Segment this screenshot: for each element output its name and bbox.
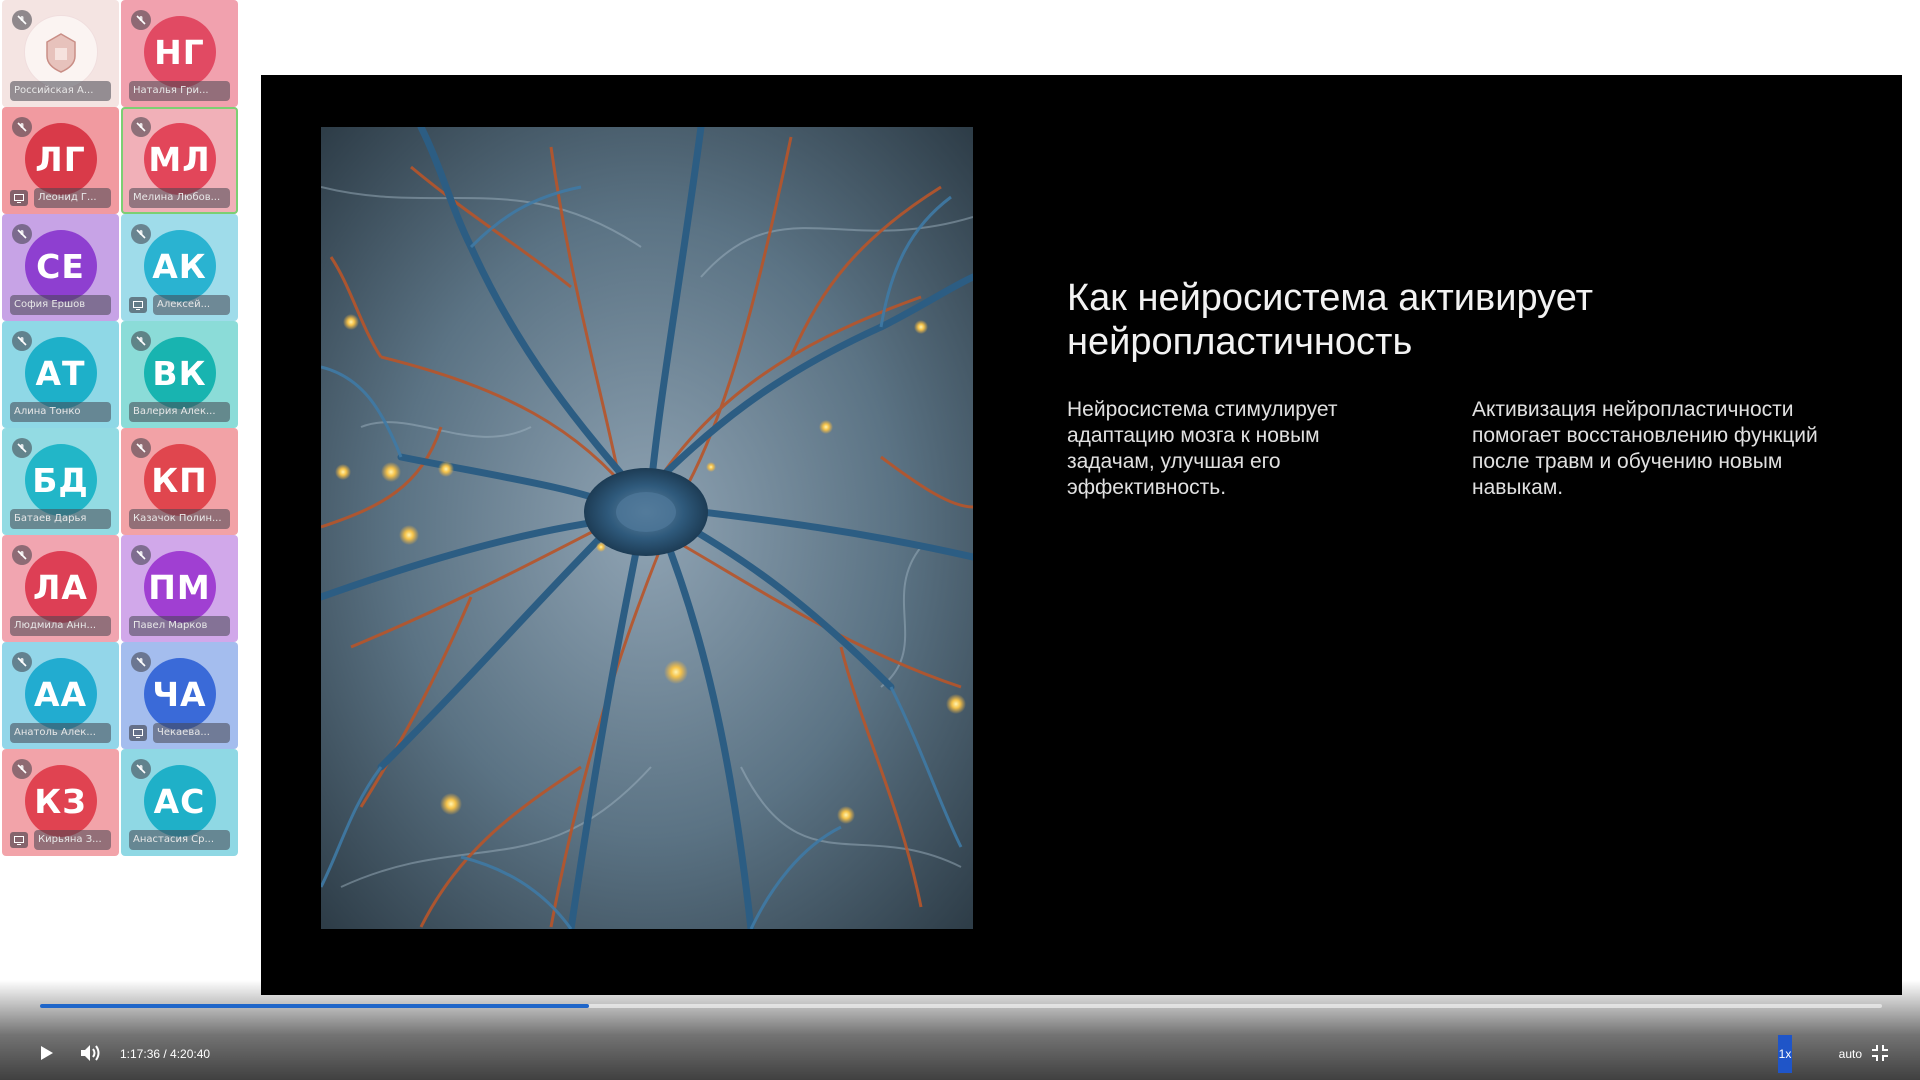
playback-speed-button[interactable]: 1x: [1778, 1035, 1792, 1073]
slide-title: Как нейросистема активирует нейропластич…: [1067, 276, 1767, 364]
player-controls: 1:17:36 / 4:20:40 1x auto: [0, 980, 1920, 1080]
participant-tile[interactable]: МЛ Мелина Любов...: [121, 107, 238, 214]
mic-muted-icon: [12, 224, 32, 244]
slide-title-line-2: нейропластичность: [1067, 321, 1413, 363]
participant-avatar: АА: [24, 658, 97, 730]
slide-title-line-1: Как нейросистема активирует: [1067, 277, 1594, 319]
video-player: Российская А... НГ Наталья Гри... ЛГ Леонид …: [0, 0, 1920, 1080]
mic-muted-icon: [131, 545, 151, 565]
participant-avatar: АК: [143, 230, 216, 302]
play-icon: [41, 1046, 53, 1060]
neuron-image: [321, 127, 973, 929]
participant-avatar: КЗ: [24, 765, 97, 837]
participant-name: Казачок Полин...: [129, 509, 230, 529]
participant-name: Леонид Г...: [34, 188, 111, 208]
mic-muted-icon: [12, 759, 32, 779]
volume-button[interactable]: [79, 1040, 103, 1066]
participant-name: Алексей...: [153, 295, 230, 315]
mic-muted-icon: [131, 224, 151, 244]
participant-name: Российская А...: [10, 81, 111, 101]
screen-share-icon: [10, 832, 28, 848]
participant-name: София Ершов: [10, 295, 111, 315]
participant-avatar: АТ: [24, 337, 97, 409]
participant-tile[interactable]: НГ Наталья Гри...: [121, 0, 238, 107]
participant-name: Валерия Алек...: [129, 402, 230, 422]
exit-fullscreen-button[interactable]: [1870, 1040, 1890, 1066]
participant-tile[interactable]: АК Алексей...: [121, 214, 238, 321]
mic-muted-icon: [12, 117, 32, 137]
mic-muted-icon: [131, 117, 151, 137]
participant-name: Павел Марков: [129, 616, 230, 636]
participant-avatar: ВК: [143, 337, 216, 409]
organization-logo: [23, 15, 98, 89]
participant-avatar: КП: [143, 444, 216, 516]
mic-muted-icon: [131, 10, 151, 30]
participant-avatar: МЛ: [143, 123, 216, 195]
participant-tile[interactable]: ЛГ Леонид Г...: [2, 107, 119, 214]
participant-tile[interactable]: БД Батаев Дарья: [2, 428, 119, 535]
participant-tile[interactable]: АА Анатоль Алек...: [2, 642, 119, 749]
participant-name: Анатоль Алек...: [10, 723, 111, 743]
mic-muted-icon: [12, 652, 32, 672]
presentation-slide: Как нейросистема активирует нейропластич…: [261, 75, 1902, 995]
mic-muted-icon: [12, 545, 32, 565]
slide-text-left: Нейросистема стимулирует адаптацию мозга…: [1067, 398, 1338, 499]
participant-avatar: СЕ: [24, 230, 97, 302]
screen-share-icon: [129, 297, 147, 313]
participant-name: Чекаева...: [153, 723, 230, 743]
participant-tile[interactable]: ЛА Людмила Анн...: [2, 535, 119, 642]
participant-tile[interactable]: Российская А...: [2, 0, 119, 107]
mic-muted-icon: [131, 652, 151, 672]
progress-fill: [40, 1004, 589, 1008]
participant-avatar: ЛА: [24, 551, 97, 623]
play-button[interactable]: [36, 1040, 58, 1066]
exit-fullscreen-icon: [1872, 1045, 1888, 1061]
participant-avatar: ЛГ: [24, 123, 97, 195]
participant-tile[interactable]: СЕ София Ершов: [2, 214, 119, 321]
mic-muted-icon: [12, 331, 32, 351]
volume-icon: [81, 1045, 100, 1061]
time-display: 1:17:36 / 4:20:40: [120, 1047, 211, 1061]
participant-name: Людмила Анн...: [10, 616, 111, 636]
quality-button[interactable]: auto: [1839, 1047, 1862, 1061]
participant-avatar: ПМ: [143, 551, 216, 623]
mic-muted-icon: [12, 10, 32, 30]
screen-share-icon: [10, 190, 28, 206]
participant-avatar: БД: [24, 444, 97, 516]
participant-tile[interactable]: КЗ Кирьяна З...: [2, 749, 119, 856]
participants-grid: Российская А... НГ Наталья Гри... ЛГ Леонид …: [2, 0, 240, 860]
participant-avatar: НГ: [143, 16, 216, 88]
participant-tile[interactable]: ПМ Павел Марков: [121, 535, 238, 642]
participant-name: Мелина Любов...: [129, 188, 230, 208]
screen-share-icon: [129, 725, 147, 741]
mic-muted-icon: [131, 759, 151, 779]
mic-muted-icon: [131, 331, 151, 351]
participant-tile[interactable]: ВК Валерия Алек...: [121, 321, 238, 428]
slide-text-right: Активизация нейропластичности помогает в…: [1472, 398, 1818, 499]
participant-name: Наталья Гри...: [129, 81, 230, 101]
participant-name: Батаев Дарья: [10, 509, 111, 529]
participant-tile[interactable]: ЧА Чекаева...: [121, 642, 238, 749]
participant-name: Кирьяна З...: [34, 830, 111, 850]
progress-bar[interactable]: [40, 1004, 1882, 1008]
participant-tile[interactable]: АС Анастасия Ср...: [121, 749, 238, 856]
mic-muted-icon: [131, 438, 151, 458]
participant-avatar: АС: [143, 765, 216, 837]
participant-avatar: ЧА: [143, 658, 216, 730]
participant-tile[interactable]: АТ Алина Тонко: [2, 321, 119, 428]
participant-name: Анастасия Ср...: [129, 830, 230, 850]
participant-name: Алина Тонко: [10, 402, 111, 422]
mic-muted-icon: [12, 438, 32, 458]
participant-tile[interactable]: КП Казачок Полин...: [121, 428, 238, 535]
